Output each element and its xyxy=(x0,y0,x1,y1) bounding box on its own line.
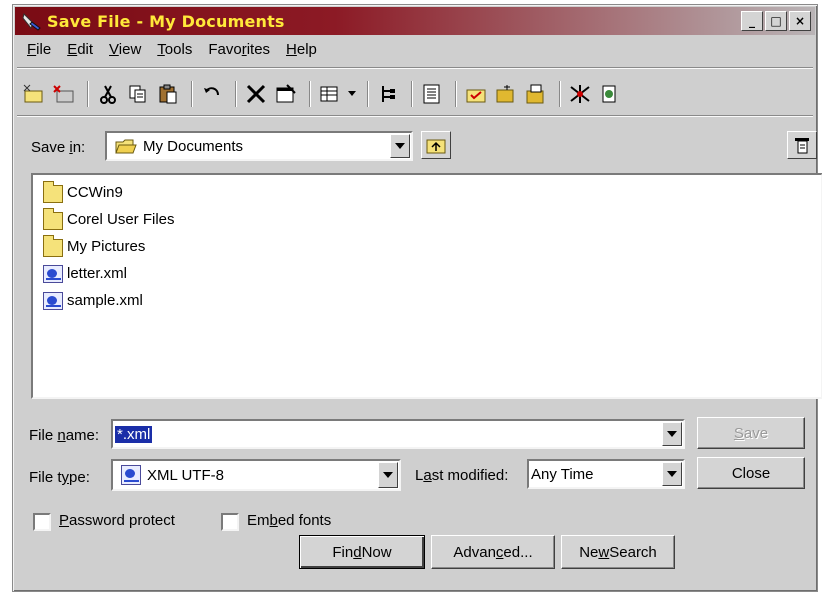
menu-bar: File Edit View Tools Favorites Help xyxy=(19,41,325,58)
map-drive-icon[interactable] xyxy=(523,81,549,107)
file-name-input[interactable]: *.xml xyxy=(111,419,685,449)
xml-file-icon xyxy=(43,291,63,310)
commands-settings-button[interactable] xyxy=(787,131,817,159)
save-button[interactable]: Save xyxy=(697,417,805,449)
undo-icon[interactable] xyxy=(199,81,225,107)
last-modified-arrow-button[interactable] xyxy=(662,462,682,486)
xml-file-icon xyxy=(121,465,141,485)
menu-separator xyxy=(17,67,813,69)
favorites-icon[interactable] xyxy=(567,81,593,107)
file-name-label: Corel User Files xyxy=(67,211,175,228)
close-window-button[interactable]: × xyxy=(789,11,811,31)
save-in-value: My Documents xyxy=(143,137,244,155)
file-name-label: File name: xyxy=(29,427,100,444)
copy-icon[interactable] xyxy=(125,81,151,107)
new-folder-icon[interactable] xyxy=(21,81,47,107)
folder-icon xyxy=(43,234,63,257)
last-modified-value: Any Time xyxy=(531,465,594,483)
file-name-label: letter.xml xyxy=(67,265,128,282)
menu-view[interactable]: View xyxy=(101,41,149,58)
toolbar-separator xyxy=(411,81,413,107)
app-icon xyxy=(21,10,43,32)
tree-icon[interactable] xyxy=(375,81,401,107)
window-title: Save File - My Documents xyxy=(47,11,285,31)
toolbar xyxy=(21,79,627,109)
save-in-arrow-button[interactable] xyxy=(390,134,410,158)
menu-edit[interactable]: Edit xyxy=(59,41,101,58)
menu-favorites[interactable]: Favorites xyxy=(200,41,278,58)
last-modified-dropdown[interactable]: Any Time xyxy=(527,459,685,489)
properties-icon[interactable] xyxy=(273,81,299,107)
toolbar-separator xyxy=(235,81,237,107)
file-list[interactable]: CCWin9 Corel User Files My Pictures lett… xyxy=(31,173,822,399)
xml-file-icon xyxy=(43,264,63,283)
views-icon[interactable] xyxy=(317,81,343,107)
file-name-label: CCWin9 xyxy=(67,184,123,201)
list-item[interactable]: CCWin9 xyxy=(43,179,821,206)
menu-tools[interactable]: Tools xyxy=(149,41,200,58)
toolbar-separator xyxy=(559,81,561,107)
save-file-dialog: Save File - My Documents _ □ × File Edit… xyxy=(12,4,822,592)
menu-help[interactable]: Help xyxy=(278,41,325,58)
folder-open-icon xyxy=(115,137,137,155)
file-name-label: My Pictures xyxy=(67,238,146,255)
menu-file[interactable]: File xyxy=(19,41,59,58)
network-icon[interactable] xyxy=(597,81,623,107)
check-folder-icon[interactable] xyxy=(463,81,489,107)
embed-fonts-checkbox[interactable] xyxy=(221,513,239,531)
list-item[interactable]: My Pictures xyxy=(43,233,821,260)
preview-icon[interactable] xyxy=(419,81,445,107)
file-type-dropdown[interactable]: XML UTF-8 xyxy=(111,459,401,491)
minimize-button[interactable]: _ xyxy=(741,11,763,31)
toolbar-separator xyxy=(191,81,193,107)
toolbar-separator-bottom xyxy=(17,115,813,117)
save-in-label: Save in: xyxy=(31,139,86,156)
close-button[interactable]: Close xyxy=(697,457,805,489)
delete-folder-icon[interactable] xyxy=(51,81,77,107)
find-now-button[interactable]: Fin d Now xyxy=(299,535,425,569)
open-folder-icon[interactable] xyxy=(493,81,519,107)
file-type-label: File type: xyxy=(29,469,90,486)
embed-fonts-label[interactable]: Embed fonts xyxy=(247,512,331,529)
folder-icon xyxy=(43,207,63,230)
last-modified-label: Last modified: xyxy=(415,467,509,484)
toolbar-separator xyxy=(367,81,369,107)
delete-icon[interactable] xyxy=(243,81,269,107)
maximize-button[interactable]: □ xyxy=(765,11,787,31)
password-protect-label[interactable]: Password protect xyxy=(59,512,175,529)
list-item[interactable]: Corel User Files xyxy=(43,206,821,233)
toolbar-separator xyxy=(309,81,311,107)
advanced-button[interactable]: Advan c ed... xyxy=(431,535,555,569)
up-folder-icon xyxy=(426,139,446,154)
cut-icon[interactable] xyxy=(95,81,121,107)
up-one-level-button[interactable] xyxy=(421,131,451,159)
folder-icon xyxy=(43,180,63,203)
commands-icon xyxy=(795,138,809,154)
file-type-value: XML UTF-8 xyxy=(147,466,224,484)
file-name-label: sample.xml xyxy=(67,292,143,309)
list-item[interactable]: letter.xml xyxy=(43,260,821,287)
password-protect-checkbox[interactable] xyxy=(33,513,51,531)
views-dropdown-icon[interactable] xyxy=(347,81,357,107)
paste-icon[interactable] xyxy=(155,81,181,107)
new-search-button[interactable]: Ne w Search xyxy=(561,535,675,569)
save-in-dropdown[interactable]: My Documents xyxy=(105,131,413,161)
list-item[interactable]: sample.xml xyxy=(43,287,821,314)
toolbar-separator xyxy=(455,81,457,107)
file-name-value: *.xml xyxy=(115,425,153,443)
file-name-arrow-button[interactable] xyxy=(662,422,682,446)
file-type-arrow-button[interactable] xyxy=(378,462,398,488)
title-bar[interactable]: Save File - My Documents _ □ × xyxy=(15,7,815,35)
toolbar-separator xyxy=(87,81,89,107)
